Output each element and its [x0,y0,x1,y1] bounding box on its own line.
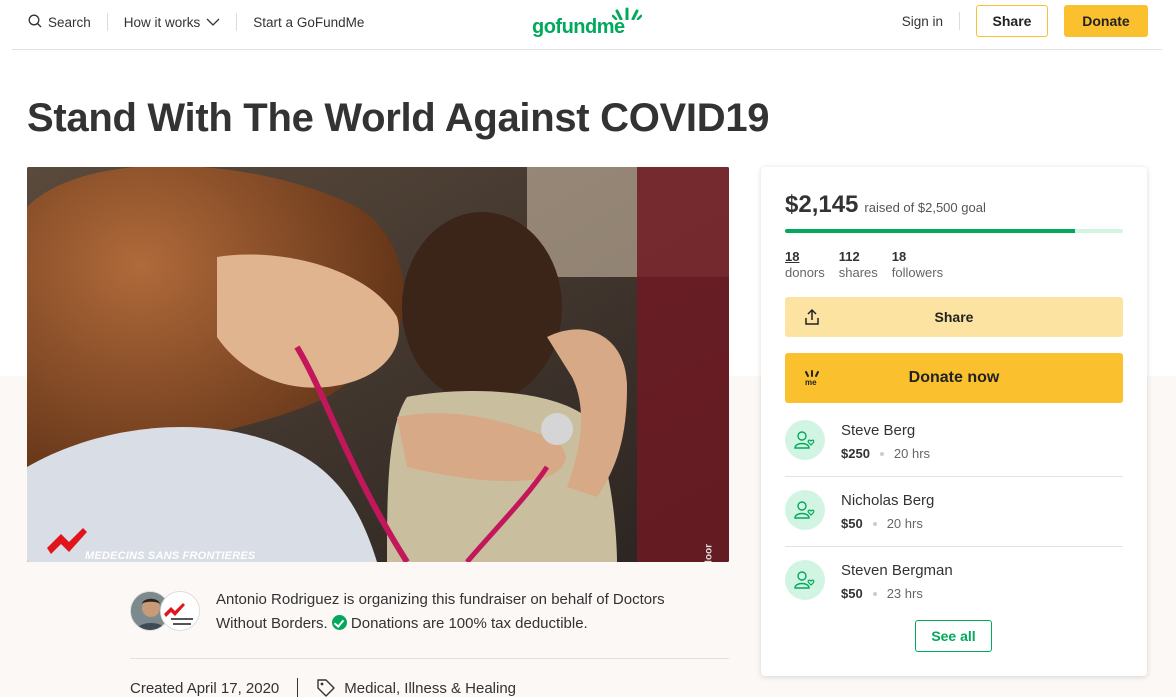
stat-followers: 18 followers [892,249,943,281]
donation-item: Steve Berg $250 20 hrs [785,407,1123,477]
search-label: Search [48,14,91,30]
stat-number: 18 [785,249,800,264]
photo-credit: cesco Zizola/Noor [704,544,715,562]
separator-dot [879,451,884,456]
sign-in-link[interactable]: Sign in [902,14,943,29]
donation-details: $50 20 hrs [841,516,923,531]
share-label: Share [934,309,974,325]
progress-fill [785,229,1075,233]
donor-name: Steve Berg [841,422,916,439]
header-share-button[interactable]: Share [976,5,1048,37]
campaign-photo-illustration [27,167,729,562]
donor-heart-icon [785,490,825,530]
donation-item: Steven Bergman $50 23 hrs [785,547,1123,617]
start-gofundme-label: Start a GoFundMe [253,14,365,30]
nav-right: Sign in Share Donate [902,5,1148,37]
tax-deductible-text: Donations are 100% tax deductible. [350,615,588,632]
stat-donors[interactable]: 18 donors [785,249,825,281]
svg-text:me: me [805,378,817,386]
stats-row: 18 donors 112 shares 18 followers [785,249,943,281]
donor-heart-icon [785,420,825,460]
campaign-title: Stand With The World Against COVID19 [27,96,770,140]
donation-amount: $50 [841,586,863,601]
campaign-meta: Created April 17, 2020 Medical, Illness … [130,676,516,697]
raised-summary: $2,145 raised of $2,500 goal [785,191,986,219]
stat-number: 112 [838,249,860,264]
organizer-divider [130,658,729,659]
donor-name: Steven Bergman [841,562,953,579]
gofundme-logo[interactable]: gofundme [532,6,642,40]
logo-sun-icon [612,7,642,20]
nav-left: Search How it works Start a GoFundMe [28,0,364,44]
donation-card: $2,145 raised of $2,500 goal 18 donors 1… [761,167,1147,676]
category-link[interactable]: Medical, Illness & Healing [344,680,516,697]
nav-divider [106,13,108,31]
donor-heart-icon [785,560,825,600]
top-nav: Search How it works Start a GoFundMe gof… [12,0,1162,50]
stat-label: shares [838,265,878,280]
logo-text: gofundme [532,16,625,38]
beneficiary-avatar[interactable] [160,591,200,631]
donation-amount: $250 [841,446,870,461]
raised-amount: $2,145 [785,191,859,218]
organizer-section: Antonio Rodriguez is organizing this fun… [130,588,730,634]
share-icon [803,308,821,329]
donation-details: $50 23 hrs [841,586,923,601]
meta-divider [297,678,299,697]
donor-name: Nicholas Berg [841,492,935,509]
search-icon [28,14,42,31]
share-button[interactable]: Share [785,297,1123,337]
donation-time: 23 hrs [886,586,923,601]
donation-item: Nicholas Berg $50 20 hrs [785,477,1123,547]
donation-amount: $50 [841,516,863,531]
goal-text: raised of $2,500 goal [864,200,986,215]
search-link[interactable]: Search [28,14,91,31]
separator-dot [872,521,877,526]
page: Search How it works Start a GoFundMe gof… [0,0,1176,697]
stat-label: donors [785,265,825,280]
stat-shares: 112 shares [839,249,878,281]
msf-logo-text: MEDECINS SANS FRONTIERES [85,550,256,562]
see-all-button[interactable]: See all [915,620,992,652]
chevron-down-icon [206,15,220,30]
check-circle-icon [331,615,347,630]
how-it-works-label: How it works [123,14,201,30]
progress-bar [785,229,1123,233]
nav-divider [236,13,238,31]
recent-donations: Steve Berg $250 20 hrs Nicholas Berg $50… [785,407,1123,617]
donate-now-button[interactable]: me Donate now [785,353,1123,403]
separator-dot [872,591,877,596]
campaign-photo[interactable]: MEDECINS SANS FRONTIERES cesco Zizola/No… [27,167,729,562]
created-date: Created April 17, 2020 [130,679,280,697]
header-donate-button[interactable]: Donate [1064,5,1148,37]
start-gofundme-link[interactable]: Start a GoFundMe [253,15,364,30]
gofundme-mark-icon: me [803,370,821,391]
tag-icon [316,678,336,697]
donation-details: $250 20 hrs [841,446,930,461]
stat-label: followers [891,265,944,280]
donation-time: 20 hrs [886,516,923,531]
donation-time: 20 hrs [893,446,931,461]
nav-divider [959,12,960,30]
organizer-description: Antonio Rodriguez is organizing this fun… [216,588,716,636]
donate-now-label: Donate now [908,369,1000,386]
stat-number: 18 [891,249,907,264]
how-it-works-menu[interactable]: How it works [124,15,221,30]
